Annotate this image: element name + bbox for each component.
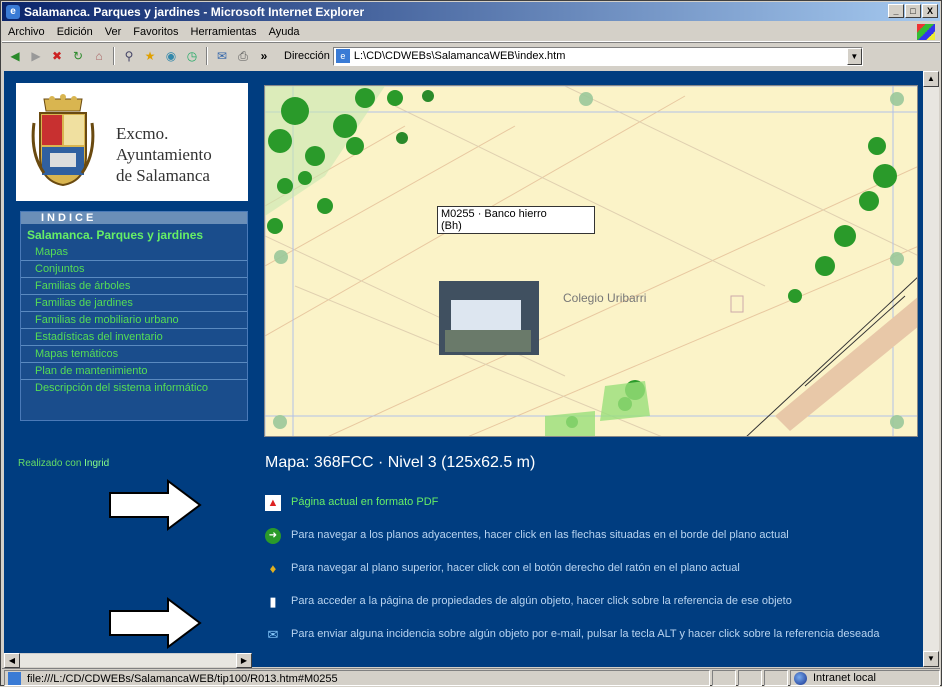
scroll-up-icon[interactable]: ▲ [923, 71, 939, 87]
instruction-email: ✉ Para enviar alguna incidencia sobre al… [265, 627, 905, 643]
map-drawing[interactable] [265, 86, 918, 437]
instruction-upper-text: Para navegar al plano superior, hacer cl… [291, 562, 740, 574]
instruction-adjacent: ➜ Para navegar a los planos adyacentes, … [265, 528, 905, 544]
index-item-mapas-tematicos[interactable]: Mapas temáticos [21, 346, 247, 363]
maximize-button[interactable]: □ [905, 4, 921, 18]
index-section-title[interactable]: Salamanca. Parques y jardines [21, 224, 247, 244]
menu-favoritos[interactable]: Favoritos [127, 26, 184, 38]
instruction-email-text: Para enviar alguna incidencia sobre algú… [291, 628, 880, 640]
status-zone: Intranet local [790, 669, 940, 686]
address-field[interactable]: e L:\CD\CDWEBs\SalamancaWEB\index.htm ▼ [332, 46, 863, 66]
index-menu: INDICE Salamanca. Parques y jardines Map… [20, 211, 248, 421]
sidebar: Excmo. Ayuntamiento de Salamanca INDICE … [4, 71, 259, 651]
instruction-properties-text: Para acceder a la página de propiedades … [291, 595, 792, 607]
menu-ayuda[interactable]: Ayuda [263, 26, 306, 38]
browser-window: e Salamanca. Parques y jardines - Micros… [0, 0, 942, 686]
index-item-mapas[interactable]: Mapas [21, 244, 247, 261]
menu-archivo[interactable]: Archivo [2, 26, 51, 38]
menu-edicion[interactable]: Edición [51, 26, 99, 38]
close-button[interactable]: X [922, 4, 938, 18]
map-view[interactable]: M0255 · Banco hierro (Bh) Colegio Uribar… [264, 85, 918, 437]
credits: Realizado con Ingrid [18, 458, 109, 469]
index-item-descripcion-sistema[interactable]: Descripción del sistema informático [21, 380, 247, 396]
intranet-globe-icon [794, 671, 807, 685]
status-bar: file:///L:/CD/CDWEBs/SalamancaWEB/tip100… [2, 668, 940, 686]
page-icon [8, 671, 21, 685]
search-icon[interactable]: ⚲ [120, 47, 138, 65]
menu-ver[interactable]: Ver [99, 26, 128, 38]
windows-logo-icon [917, 24, 935, 40]
forward-icon[interactable]: ▶ [27, 47, 45, 65]
instruction-properties: ▮ Para acceder a la página de propiedade… [265, 594, 905, 610]
window-title: Salamanca. Parques y jardines - Microsof… [24, 4, 365, 19]
map-place-label: Colegio Uribarri [563, 291, 647, 305]
map-title: Mapa: 368FCC · Nivel 3 (125x62.5 m) [265, 454, 536, 471]
back-icon[interactable]: ◀ [6, 47, 24, 65]
ie-icon: e [6, 4, 20, 19]
index-item-conjuntos[interactable]: Conjuntos [21, 261, 247, 278]
instruction-adjacent-text: Para navegar a los planos adyacentes, ha… [291, 529, 789, 541]
tooltip-code: (Bh) [441, 220, 462, 232]
arrow-right-icon: ➜ [265, 528, 281, 544]
address-label: Dirección [284, 50, 330, 62]
tooltip-title: M0255 · Banco hierro [441, 208, 547, 220]
scroll-left-icon[interactable]: ◀ [4, 653, 20, 668]
map-tooltip: M0255 · Banco hierro (Bh) [437, 206, 595, 234]
pdf-link[interactable]: Página actual en formato PDF [291, 495, 438, 509]
toolbar: ◀ ▶ ✖ ↻ ⌂ ⚲ ★ ◉ ◷ ✉ ⎙ » Dirección e L:\C… [2, 44, 940, 68]
minimize-button[interactable]: _ [888, 4, 904, 18]
refresh-icon[interactable]: ↻ [69, 47, 87, 65]
city-logo: Excmo. Ayuntamiento de Salamanca [16, 83, 248, 201]
title-bar: e Salamanca. Parques y jardines - Micros… [2, 2, 940, 21]
index-item-familias-arboles[interactable]: Familias de árboles [21, 278, 247, 295]
annotation-arrow-bottom [109, 597, 202, 649]
logo-line1: Excmo. [116, 124, 169, 143]
email-icon: ✉ [267, 627, 279, 642]
history-icon[interactable]: ◷ [183, 47, 201, 65]
coat-of-arms-icon [31, 94, 95, 187]
logo-line2: Ayuntamiento [116, 145, 212, 164]
menu-bar: Archivo Edición Ver Favoritos Herramient… [2, 22, 940, 42]
index-heading: INDICE [21, 212, 247, 224]
page-icon: e [335, 49, 350, 63]
scroll-right-icon[interactable]: ▶ [236, 653, 252, 668]
ingrid-link[interactable]: Ingrid [84, 458, 109, 469]
address-url: L:\CD\CDWEBs\SalamancaWEB\index.htm [353, 50, 566, 62]
horizontal-scrollbar[interactable]: ◀ ▶ [4, 653, 252, 668]
favorites-icon[interactable]: ★ [141, 47, 159, 65]
index-item-estadisticas[interactable]: Estadísticas del inventario [21, 329, 247, 346]
annotation-arrow-top [109, 479, 202, 531]
level-up-icon: ♦ [269, 561, 277, 576]
mail-icon[interactable]: ✉ [213, 47, 231, 65]
page-content: Excmo. Ayuntamiento de Salamanca INDICE … [4, 71, 938, 667]
index-item-plan-mantenimiento[interactable]: Plan de mantenimiento [21, 363, 247, 380]
home-icon[interactable]: ⌂ [90, 47, 108, 65]
more-icon[interactable]: » [255, 47, 273, 65]
print-icon[interactable]: ⎙ [234, 47, 252, 65]
instruction-upper: ♦ Para navegar al plano superior, hacer … [265, 561, 905, 577]
scroll-down-icon[interactable]: ▼ [923, 651, 939, 667]
instruction-pdf[interactable]: ▲ Página actual en formato PDF [265, 495, 905, 511]
status-url: file:///L:/CD/CDWEBs/SalamancaWEB/tip100… [27, 672, 338, 685]
pdf-icon: ▲ [265, 495, 281, 511]
status-url-panel: file:///L:/CD/CDWEBs/SalamancaWEB/tip100… [4, 669, 710, 686]
vertical-scrollbar[interactable]: ▲ ▼ [923, 71, 939, 667]
index-item-familias-jardines[interactable]: Familias de jardines [21, 295, 247, 312]
credits-prefix: Realizado con [18, 458, 82, 469]
index-item-familias-mobiliario[interactable]: Familias de mobiliario urbano [21, 312, 247, 329]
media-icon[interactable]: ◉ [162, 47, 180, 65]
address-dropdown-icon[interactable]: ▼ [846, 47, 862, 65]
logo-line3: de Salamanca [116, 166, 210, 185]
menu-herramientas[interactable]: Herramientas [185, 26, 263, 38]
stop-icon[interactable]: ✖ [48, 47, 66, 65]
page-document-icon: ▮ [269, 594, 277, 609]
status-zone-label: Intranet local [813, 671, 876, 684]
